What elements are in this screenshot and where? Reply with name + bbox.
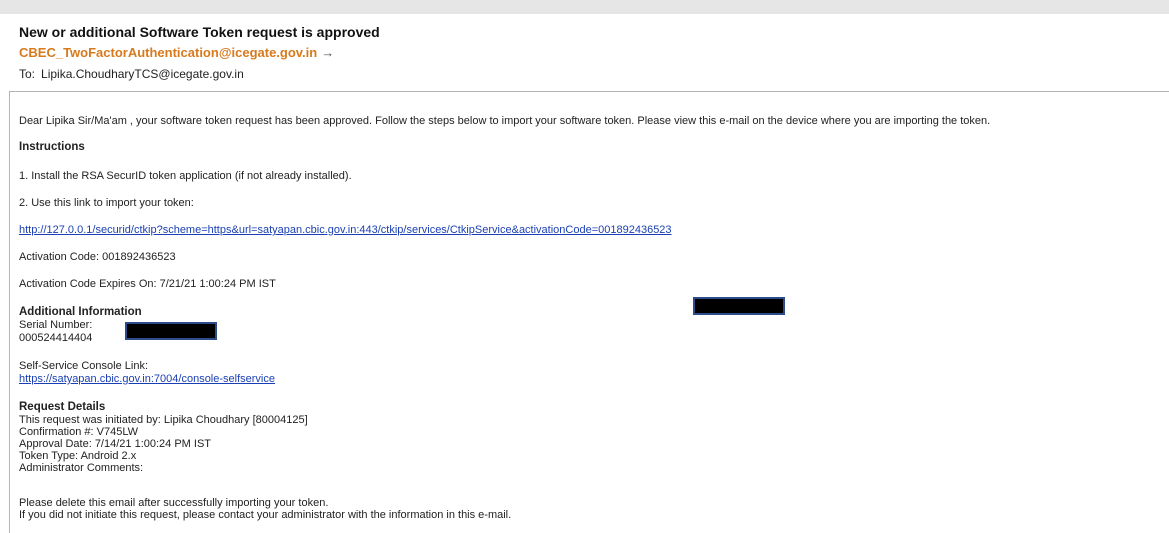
redaction-box [125,322,217,340]
request-detail-line: Confirmation #: V745LW [19,426,139,438]
additional-info-heading: Additional Information [19,306,142,318]
email-subject: New or additional Software Token request… [19,24,380,40]
footer-line: Please delete this email after successfu… [19,497,329,509]
request-details-list: This request was initiated by: Lipika Ch… [19,414,308,474]
email-sender[interactable]: CBEC_TwoFactorAuthentication@icegate.gov… [19,45,334,60]
request-detail-line: Administrator Comments: [19,462,144,474]
window-top-bar [0,0,1169,14]
import-token-link[interactable]: http://127.0.0.1/securid/ctkip?scheme=ht… [19,224,672,236]
activation-expiry: Activation Code Expires On: 7/21/21 1:00… [19,278,276,290]
instructions-heading: Instructions [19,141,85,153]
request-detail-line: Approval Date: 7/14/21 1:00:24 PM IST [19,438,212,450]
step-1-text: 1. Install the RSA SecurID token applica… [19,170,352,182]
sender-address[interactable]: CBEC_TwoFactorAuthentication@icegate.gov… [19,45,317,60]
footer-line: If you did not initiate this request, pl… [19,509,512,521]
request-detail-line: This request was initiated by: Lipika Ch… [19,414,308,426]
greeting-text: Dear Lipika Sir/Ma'am , your software to… [19,115,991,127]
redaction-box [693,297,785,315]
serial-number-value: 000524414404 [19,332,93,344]
request-details-heading: Request Details [19,401,106,413]
forward-arrow-icon[interactable]: → [321,45,334,60]
serial-number-label: Serial Number: [19,319,93,331]
to-label: To: [19,67,36,81]
console-link-label: Self-Service Console Link: [19,360,149,372]
self-service-console-link[interactable]: https://satyapan.cbic.gov.in:7004/consol… [19,373,275,385]
footer-note: Please delete this email after successfu… [19,497,511,521]
step-2-text: 2. Use this link to import your token: [19,197,194,209]
email-recipient: To: Lipika.ChoudharyTCS@icegate.gov.in [19,67,244,81]
recipient-address[interactable]: Lipika.ChoudharyTCS@icegate.gov.in [41,67,244,81]
activation-code: Activation Code: 001892436523 [19,251,176,263]
request-detail-line: Token Type: Android 2.x [19,450,137,462]
